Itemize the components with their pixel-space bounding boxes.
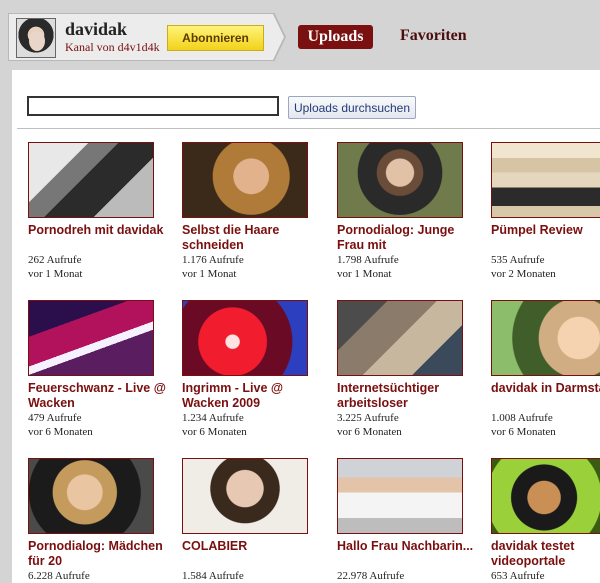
video-age: vor 1 Monat	[28, 268, 83, 280]
video-thumbnail[interactable]	[337, 300, 463, 376]
video-title[interactable]: Pornodreh mit davidak	[28, 223, 166, 238]
video-views: 1.584 Aufrufe	[182, 570, 244, 582]
video-views: 1.176 Aufrufe	[182, 254, 244, 266]
video-thumbnail[interactable]	[182, 300, 308, 376]
video-thumbnail[interactable]	[182, 142, 308, 218]
channel-info-box: davidak Kanal von d4v1d4k Abonnieren	[8, 13, 274, 61]
video-views: 6.228 Aufrufe	[28, 570, 90, 582]
video-age: vor 1 Monat	[337, 268, 392, 280]
video-title[interactable]: davidak in Darmstadt	[491, 381, 600, 396]
page: davidak Kanal von d4v1d4k Abonnieren Upl…	[0, 0, 600, 583]
video-title[interactable]: Pornodialog: Junge Frau mit	[337, 223, 475, 253]
video-views: 653 Aufrufe	[491, 570, 545, 582]
video-age: vor 6 Monaten	[28, 426, 93, 438]
video-age: vor 6 Monaten	[182, 426, 247, 438]
video-thumbnail[interactable]	[28, 300, 154, 376]
video-age: vor 6 Monaten	[491, 426, 556, 438]
video-title[interactable]: davidak testet videoportale	[491, 539, 600, 569]
divider	[17, 128, 600, 129]
video-thumbnail[interactable]	[491, 142, 600, 218]
channel-subtitle: Kanal von d4v1d4k	[65, 40, 160, 54]
video-title[interactable]: Hallo Frau Nachbarin...	[337, 539, 475, 554]
avatar[interactable]	[16, 18, 56, 58]
search-input[interactable]	[27, 96, 279, 116]
video-title[interactable]: Ingrimm - Live @ Wacken 2009	[182, 381, 320, 411]
video-thumbnail[interactable]	[491, 300, 600, 376]
video-views: 22.978 Aufrufe	[337, 570, 405, 582]
video-views: 1.798 Aufrufe	[337, 254, 399, 266]
tab-favorites[interactable]: Favoriten	[400, 27, 467, 45]
video-title[interactable]: Selbst die Haare schneiden	[182, 223, 320, 253]
tab-uploads[interactable]: Uploads	[298, 25, 373, 49]
video-views: 535 Aufrufe	[491, 254, 545, 266]
video-title[interactable]: Pornodialog: Mädchen für 20	[28, 539, 166, 569]
video-thumbnail[interactable]	[28, 142, 154, 218]
video-title[interactable]: COLABIER	[182, 539, 320, 554]
video-thumbnail[interactable]	[28, 458, 154, 534]
channel-header: davidak Kanal von d4v1d4k Abonnieren Upl…	[0, 0, 600, 70]
video-thumbnail[interactable]	[491, 458, 600, 534]
video-views: 1.008 Aufrufe	[491, 412, 553, 424]
video-thumbnail[interactable]	[337, 458, 463, 534]
video-thumbnail[interactable]	[337, 142, 463, 218]
video-age: vor 6 Monaten	[337, 426, 402, 438]
channel-name[interactable]: davidak	[65, 19, 127, 40]
video-views: 479 Aufrufe	[28, 412, 82, 424]
video-title[interactable]: Feuerschwanz - Live @ Wacken	[28, 381, 166, 411]
video-views: 3.225 Aufrufe	[337, 412, 399, 424]
video-title[interactable]: Pümpel Review	[491, 223, 600, 238]
video-thumbnail[interactable]	[182, 458, 308, 534]
video-age: vor 1 Monat	[182, 268, 237, 280]
search-uploads-button[interactable]: Uploads durchsuchen	[288, 96, 416, 119]
video-views: 1.234 Aufrufe	[182, 412, 244, 424]
video-title[interactable]: Internetsüchtiger arbeitsloser	[337, 381, 475, 411]
subscribe-button[interactable]: Abonnieren	[167, 25, 264, 51]
uploads-panel: Uploads durchsuchen Pornodreh mit davida…	[12, 70, 600, 583]
video-age: vor 2 Monaten	[491, 268, 556, 280]
video-views: 262 Aufrufe	[28, 254, 82, 266]
